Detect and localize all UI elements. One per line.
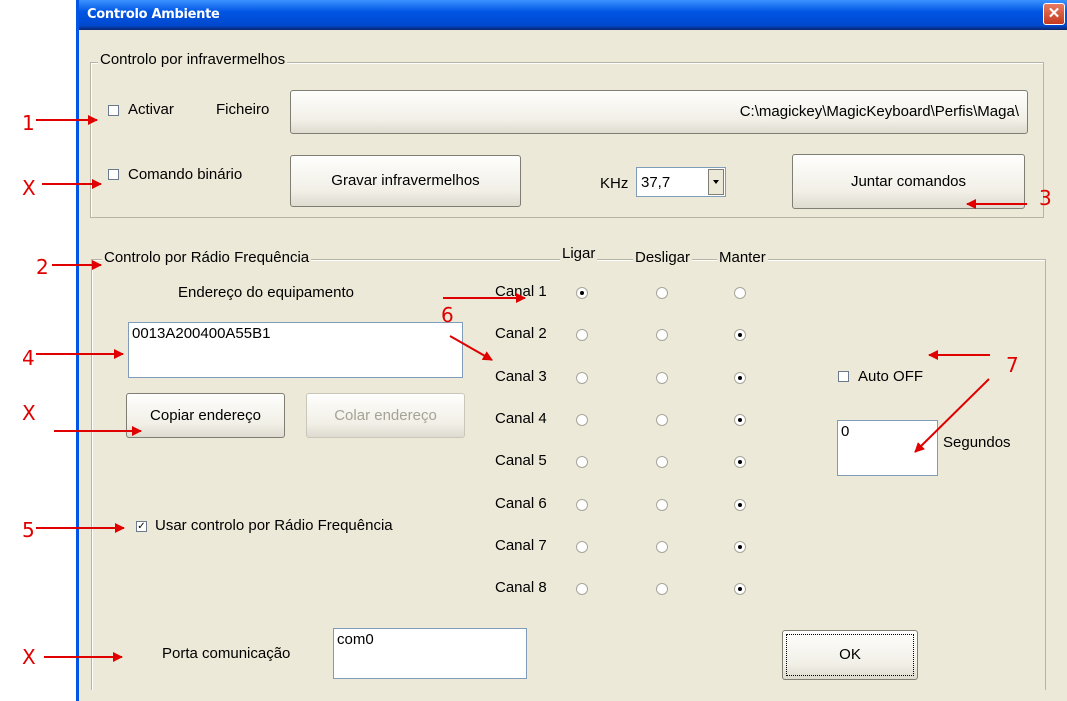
annotation-label-x2: X xyxy=(22,401,36,425)
annotation-label-4: 4 xyxy=(22,346,35,370)
annotation-label-7: 7 xyxy=(1006,353,1019,377)
annotation-arrow-7b xyxy=(914,378,990,453)
annotation-label-x1: X xyxy=(22,176,36,200)
annotation-label-2: 2 xyxy=(36,255,49,279)
annotation-arrow-6b xyxy=(449,335,493,361)
annotation-label-6: 6 xyxy=(441,303,454,327)
annotation-label-5: 5 xyxy=(22,518,35,542)
annotation-label-3: 3 xyxy=(1039,186,1052,210)
annotation-label-1: 1 xyxy=(22,111,35,135)
annotation-arrows xyxy=(36,115,1027,662)
annotation-label-x3: X xyxy=(22,645,36,669)
